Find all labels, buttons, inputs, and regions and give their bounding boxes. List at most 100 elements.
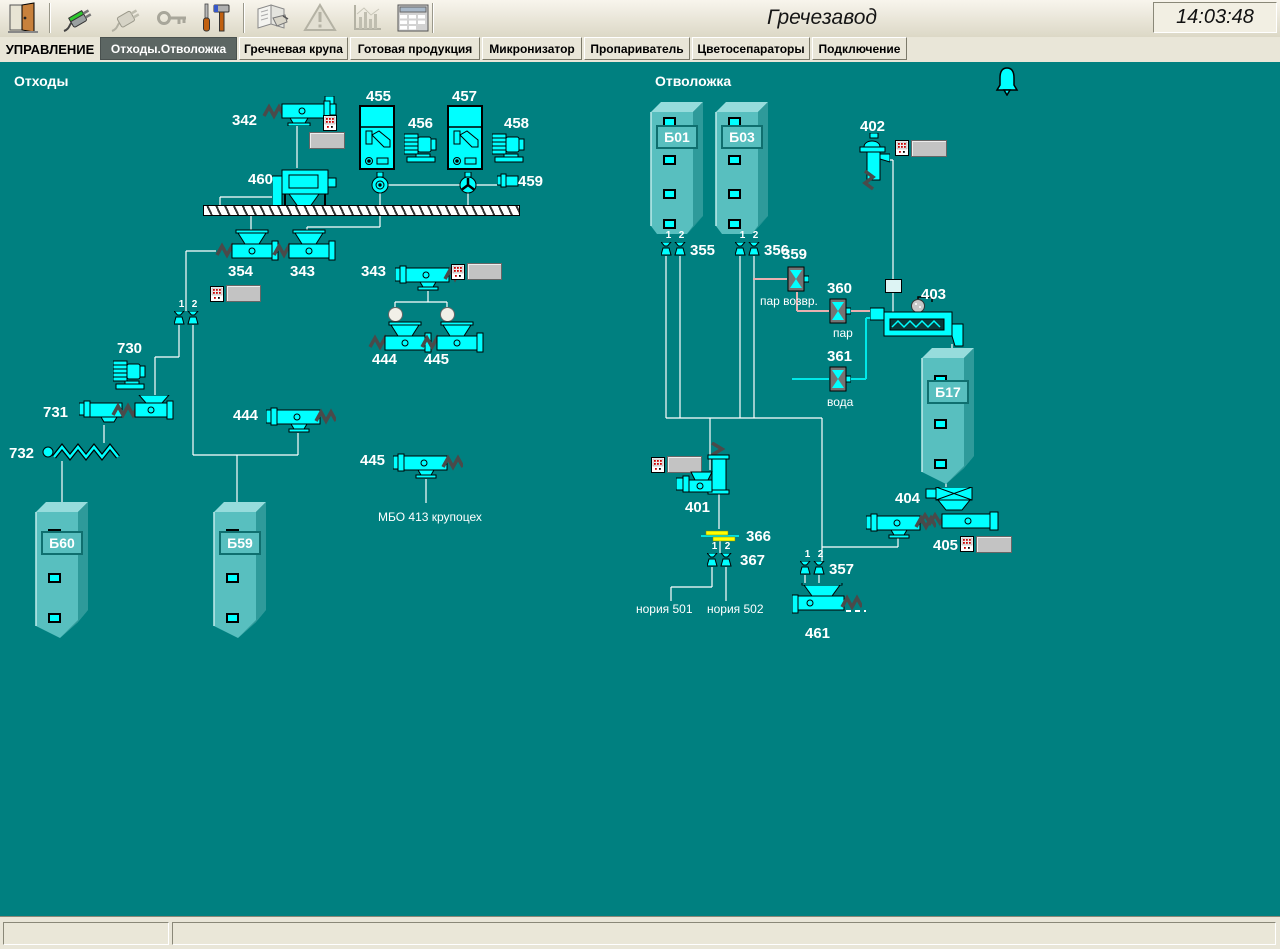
tab-cvetoseparatory[interactable]: Цветосепараторы: [692, 37, 810, 60]
indicator-panel-waste[interactable]: [210, 286, 224, 307]
two-way-valve-355[interactable]: [661, 242, 687, 261]
tab-gotovaya-produkciya[interactable]: Готовая продукция: [350, 37, 480, 60]
fan-456[interactable]: [404, 130, 438, 171]
label-444b: 444: [233, 408, 258, 423]
label-noria-501: нория 501: [636, 603, 693, 615]
screw-conveyor-731[interactable]: [79, 395, 174, 430]
tab-podklyuchenie[interactable]: Подключение: [812, 37, 907, 60]
value-display-342[interactable]: [309, 132, 345, 149]
control-panel-button[interactable]: [391, 1, 435, 35]
label-343: 343: [290, 264, 315, 279]
two-way-valve-357[interactable]: [800, 561, 826, 580]
filter-cabinet-455[interactable]: [359, 105, 395, 176]
steam-return-valve-359[interactable]: [787, 266, 809, 297]
journal-button[interactable]: [250, 1, 294, 35]
bin-label-b59: Б59: [219, 531, 261, 555]
bin-label-b17: Б17: [927, 380, 969, 404]
label-404: 404: [895, 491, 920, 506]
tools-button[interactable]: [194, 1, 238, 35]
steam-valve-360[interactable]: [829, 298, 851, 329]
tab-bar: УПРАВЛЕНИЕ Отходы.Отволожка Гречневая кр…: [0, 37, 1280, 62]
key-button[interactable]: [150, 1, 194, 35]
label-steam: пар: [833, 327, 853, 339]
two-way-valve-356[interactable]: [735, 242, 761, 261]
label-360: 360: [827, 281, 852, 296]
screw-conveyor-461[interactable]: [792, 583, 862, 628]
value-display-405[interactable]: [976, 536, 1012, 553]
alarms-button[interactable]: [298, 1, 342, 35]
fan-730[interactable]: [113, 357, 147, 398]
toolbar: Гречезавод 14:03:48: [0, 0, 1280, 38]
menu-upravlenie[interactable]: УПРАВЛЕНИЕ: [0, 37, 100, 62]
indicator-panel-402[interactable]: [895, 140, 909, 161]
valve-port-numbers: 12: [175, 300, 201, 310]
two-way-valve-waste[interactable]: [174, 311, 200, 330]
indicator-panel-343b[interactable]: [451, 264, 465, 285]
label-steam-return: пар возвр.: [760, 295, 818, 307]
label-460: 460: [248, 172, 273, 187]
exit-button[interactable]: [2, 1, 46, 35]
open-auger-732[interactable]: [42, 443, 120, 466]
label-noria-502: нория 502: [707, 603, 764, 615]
two-way-valve-367[interactable]: [707, 553, 733, 572]
label-732: 732: [9, 446, 34, 461]
label-731: 731: [43, 405, 68, 420]
valve-port-numbers: 12: [736, 231, 762, 241]
screw-conveyor-401[interactable]: [676, 442, 738, 505]
valve-indicator-444[interactable]: [388, 307, 403, 322]
indicator-panel-405[interactable]: [960, 536, 974, 557]
bin-b60[interactable]: [33, 500, 91, 645]
section-title-otkhody: Отходы: [14, 74, 68, 88]
screw-conveyor-445b[interactable]: [393, 447, 463, 484]
label-405: 405: [933, 538, 958, 553]
label-mbo-413: МБО 413 крупоцех: [378, 511, 482, 523]
bin-b59[interactable]: [211, 500, 269, 645]
label-361: 361: [827, 349, 852, 364]
value-display-343b[interactable]: [467, 263, 502, 280]
label-357: 357: [829, 562, 854, 577]
tab-otkhody-otvolozhka[interactable]: Отходы.Отволожка: [100, 37, 237, 60]
connect-active-button[interactable]: [56, 1, 100, 35]
trends-button[interactable]: [345, 1, 389, 35]
status-panel-left: [3, 922, 169, 945]
screw-conveyor-444b[interactable]: [266, 401, 336, 438]
label-water: вода: [827, 396, 853, 408]
label-457: 457: [452, 89, 477, 104]
water-valve-361[interactable]: [829, 366, 851, 397]
motor-459[interactable]: [497, 171, 519, 194]
value-display-402[interactable]: [911, 140, 947, 157]
mimic-area: [0, 62, 1280, 916]
chain-conveyor[interactable]: [203, 205, 520, 216]
bin-b17[interactable]: [919, 346, 977, 491]
fan-458[interactable]: [492, 130, 526, 171]
tab-grechnevaya-krupa[interactable]: Гречневая крупа: [239, 37, 348, 60]
airlock-457[interactable]: [458, 172, 478, 199]
toolbar-separator: [243, 3, 245, 33]
section-title-otvolozhka: Отволожка: [655, 74, 731, 88]
label-354: 354: [228, 264, 253, 279]
tab-mikronizator[interactable]: Микронизатор: [482, 37, 582, 60]
vertical-auger-402[interactable]: [858, 133, 890, 200]
valve-indicator-445[interactable]: [440, 307, 455, 322]
moistener-403[interactable]: [870, 296, 965, 353]
label-367: 367: [740, 553, 765, 568]
label-402: 402: [860, 119, 885, 134]
connect-inactive-button[interactable]: [104, 1, 148, 35]
screw-conveyor-404[interactable]: [866, 507, 936, 544]
label-461: 461: [805, 626, 830, 641]
label-459: 459: [518, 174, 543, 189]
bin-label-b01: Б01: [656, 125, 698, 149]
label-445b: 445: [360, 453, 385, 468]
bin-b03[interactable]: [713, 100, 771, 243]
label-359: 359: [782, 247, 807, 262]
indicator-panel-401[interactable]: [651, 457, 665, 478]
label-456: 456: [408, 116, 433, 131]
value-display-waste[interactable]: [226, 285, 261, 302]
alarm-bell-icon[interactable]: [993, 66, 1021, 101]
bin-b01[interactable]: [648, 100, 706, 243]
filter-cabinet-457[interactable]: [447, 105, 483, 176]
tab-proparivatel[interactable]: Пропариватель: [584, 37, 690, 60]
label-445a: 445: [424, 352, 449, 367]
label-458: 458: [504, 116, 529, 131]
airlock-455[interactable]: [370, 172, 390, 199]
